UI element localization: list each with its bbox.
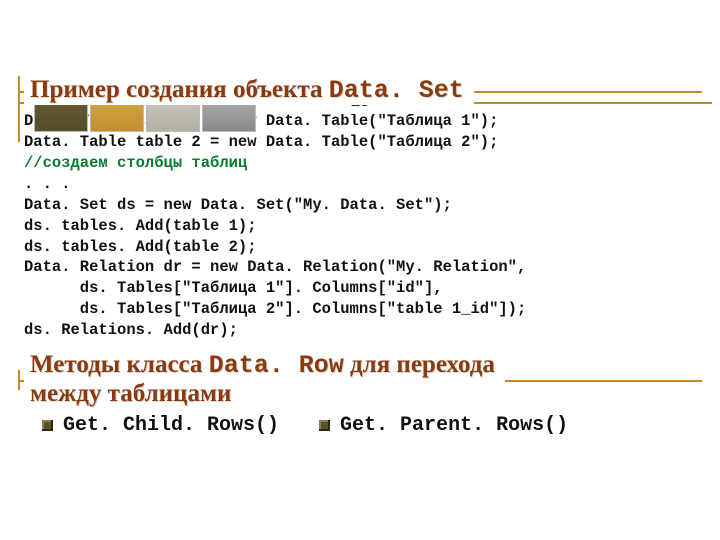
code-line: ds. Tables["Таблица 1"]. Columns["id"],	[24, 279, 443, 297]
code-line: Data. Relation dr = new Data. Relation("…	[24, 258, 526, 276]
code-line: ds. Relations. Add(dr);	[24, 321, 238, 339]
code-line: . . .	[24, 175, 71, 193]
heading-line2: между таблицами	[30, 380, 231, 407]
list-item: Get. Parent. Rows()	[319, 414, 568, 437]
decor-tick	[18, 81, 20, 101]
decor-tick	[18, 370, 20, 390]
list-item: Get. Child. Rows()	[42, 414, 279, 437]
square-bullet-icon	[42, 420, 53, 431]
code-line: ds. Tables["Таблица 2"]. Columns["table …	[24, 300, 526, 318]
square-bullet-icon	[319, 420, 330, 431]
methods-list: Get. Child. Rows() Get. Parent. Rows()	[42, 414, 696, 437]
heading-mono: Data. Row	[209, 351, 344, 380]
heading-plain: Методы класса	[30, 351, 209, 378]
code-line: ds. tables. Add(table 2);	[24, 238, 257, 256]
heading-tail: для перехода	[344, 351, 495, 378]
heading-text: Пример создания объекта Data. Set	[24, 76, 474, 105]
heading-dataset: Пример создания объекта Data. Set	[24, 76, 696, 105]
heading-datarow: Методы класса Data. Row для перехода меж…	[24, 351, 696, 408]
code-comment: //создаем столбцы таблиц	[24, 154, 247, 172]
code-line: ds. tables. Add(table 1);	[24, 217, 257, 235]
slide: 13 Пример создания объекта Data. Set Dat…	[0, 76, 720, 540]
heading-mono: Data. Set	[329, 76, 464, 105]
heading-plain: Пример создания объекта	[30, 76, 329, 103]
code-line: Data. Set ds = new Data. Set("My. Data. …	[24, 196, 452, 214]
method-name: Get. Child. Rows()	[63, 414, 279, 437]
heading-text: Методы класса Data. Row для перехода меж…	[24, 351, 505, 408]
method-name: Get. Parent. Rows()	[340, 414, 568, 437]
